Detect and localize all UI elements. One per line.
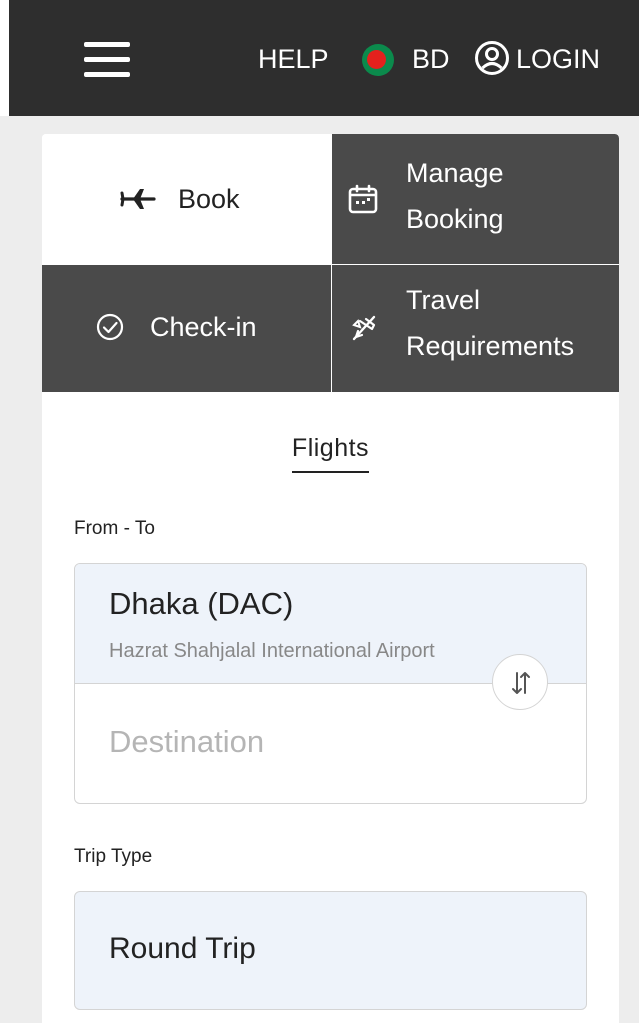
tab-check-in[interactable]: Check-in — [42, 265, 331, 392]
tab-book-label: Book — [178, 184, 240, 214]
swap-origin-destination-button[interactable] — [492, 654, 548, 710]
origin-city: Dhaka (DAC) — [109, 586, 294, 621]
tab-manage-label-line1: Manage — [406, 158, 504, 188]
destination-placeholder: Destination — [109, 724, 265, 759]
tab-travel-requirements[interactable]: Travel Requirements — [332, 265, 619, 392]
flights-title-label: Flights — [291, 434, 370, 473]
origin-airport-name: Hazrat Shahjalal International Airport — [109, 640, 435, 662]
flights-section-tab[interactable]: Flights — [42, 434, 619, 473]
tab-manage-booking[interactable]: Manage Booking — [332, 134, 619, 264]
trip-type-select[interactable]: Round Trip — [74, 891, 587, 1010]
booking-widget: Book Manage Booking Check-in Travel Requ… — [42, 134, 619, 1023]
bangladesh-flag-icon[interactable] — [362, 44, 394, 76]
trip-type-value: Round Trip — [109, 932, 256, 965]
trip-type-label: Trip Type — [74, 846, 153, 867]
calendar-icon — [348, 184, 378, 214]
from-to-label: From - To — [74, 518, 155, 539]
top-navigation-bar: HELP BD LOGIN — [0, 0, 639, 116]
tab-travel-label-line1: Travel — [406, 285, 481, 315]
help-link[interactable]: HELP — [258, 44, 329, 75]
country-selector[interactable]: BD — [412, 44, 450, 75]
tab-check-in-label: Check-in — [150, 312, 257, 342]
tab-book[interactable]: Book — [42, 134, 331, 264]
window-edge — [0, 0, 9, 116]
plane-crossed-icon — [352, 315, 376, 341]
swap-arrows-icon — [512, 672, 530, 694]
airplane-icon — [120, 189, 156, 209]
login-link[interactable]: LOGIN — [516, 44, 600, 75]
hamburger-menu-icon[interactable] — [84, 42, 130, 78]
check-circle-icon — [96, 313, 124, 341]
tab-manage-label-line2: Booking — [406, 204, 504, 234]
tab-travel-label-line2: Requirements — [406, 331, 575, 361]
user-circle-icon[interactable] — [474, 40, 510, 76]
